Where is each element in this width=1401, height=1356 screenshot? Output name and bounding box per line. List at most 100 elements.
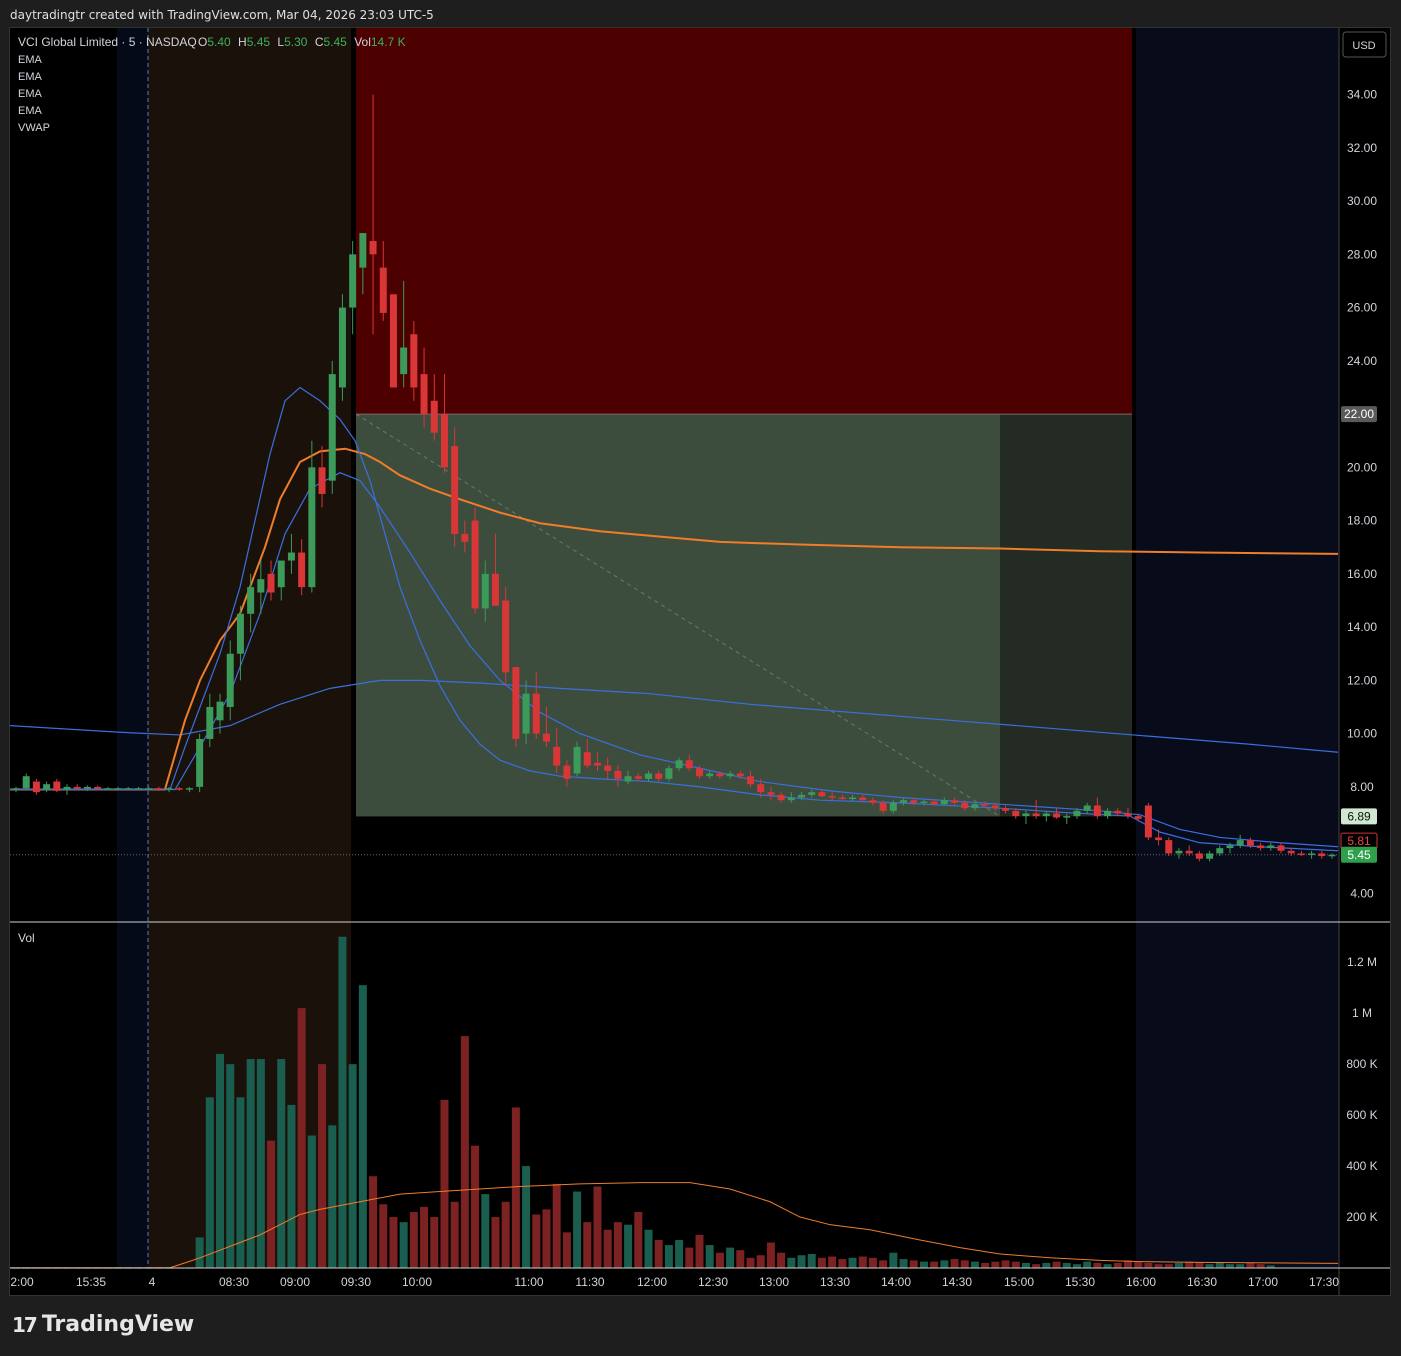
- volume-bar: [532, 1214, 541, 1268]
- volume-bar: [1103, 1264, 1112, 1268]
- candle-body: [889, 802, 897, 811]
- legend-h-label: H: [238, 35, 247, 49]
- indicator-ema-4[interactable]: EMA: [18, 105, 43, 117]
- candle-body: [1206, 853, 1214, 859]
- candle-body: [165, 788, 173, 790]
- candle-body: [94, 786, 102, 789]
- volume-bar: [216, 1053, 225, 1268]
- candle-body: [471, 520, 479, 609]
- candle-body: [522, 693, 530, 734]
- volume-bar: [552, 1183, 561, 1268]
- volume-bar: [981, 1262, 990, 1268]
- volume-bar: [205, 1097, 214, 1268]
- candle-body: [430, 400, 438, 433]
- candle-body: [1328, 854, 1336, 857]
- legend-o-value: 5.40: [207, 35, 231, 49]
- volume-bar: [756, 1255, 765, 1268]
- candle-body: [961, 802, 969, 809]
- price-tick-label: 10.00: [1347, 727, 1377, 741]
- price-tick-label: 30.00: [1347, 194, 1377, 208]
- candle-body: [491, 573, 499, 606]
- volume-tick-label: 800 K: [1346, 1057, 1377, 1071]
- volume-bar: [1062, 1262, 1071, 1268]
- time-tick-label: 12:00: [637, 1275, 667, 1289]
- price-tick-label: 18.00: [1347, 514, 1377, 528]
- volume-tick-label: 1.2 M: [1347, 955, 1377, 969]
- volume-bar: [899, 1259, 908, 1268]
- price-tick-label: 26.00: [1347, 301, 1377, 315]
- candle-body: [542, 733, 550, 742]
- tradingview-logo-icon: 17: [12, 1312, 38, 1337]
- candle-body: [73, 786, 81, 789]
- indicator-ema-1[interactable]: EMA: [18, 54, 43, 66]
- candle-body: [879, 802, 887, 811]
- time-tick-label: 13:30: [820, 1275, 850, 1289]
- volume-bar: [511, 1107, 520, 1268]
- volume-bar: [318, 1064, 327, 1268]
- volume-bar: [960, 1260, 969, 1268]
- candle-body: [1032, 813, 1040, 817]
- volume-bar: [1174, 1262, 1183, 1268]
- volume-bar: [297, 1008, 306, 1268]
- candle-body: [634, 776, 642, 779]
- price-tick-label: 12.00: [1347, 673, 1377, 687]
- indicator-ema-3[interactable]: EMA: [18, 88, 43, 100]
- candle-body: [277, 560, 285, 588]
- time-tick-label: 15:00: [1004, 1275, 1034, 1289]
- candle-body: [389, 294, 397, 388]
- candle-body: [32, 781, 40, 793]
- volume-bar: [868, 1257, 877, 1268]
- candle-body: [655, 773, 663, 779]
- volume-bar: [797, 1255, 806, 1268]
- volume-bar: [715, 1252, 724, 1268]
- candle-body: [83, 786, 91, 789]
- volume-tick-label: 200 K: [1346, 1210, 1377, 1224]
- volume-bar: [1052, 1261, 1061, 1268]
- time-tick-label: 14:30: [942, 1275, 972, 1289]
- candle-body: [1165, 840, 1173, 854]
- volume-bar: [654, 1239, 663, 1268]
- volume-bar: [685, 1247, 694, 1268]
- candle-body: [22, 776, 30, 789]
- volume-bar: [889, 1252, 898, 1268]
- volume-bar: [399, 1222, 408, 1268]
- candle-body: [247, 587, 255, 614]
- candle-body: [1022, 813, 1030, 817]
- volume-bar: [736, 1250, 745, 1268]
- time-tick-label: 2:00: [10, 1275, 34, 1289]
- candle-body: [318, 467, 326, 494]
- candle-body: [563, 765, 571, 779]
- candle-body: [981, 804, 989, 806]
- volume-tick-label: 1 M: [1352, 1006, 1372, 1020]
- candle-body: [512, 667, 520, 739]
- price-label: 6.89: [1347, 809, 1371, 823]
- indicator-vwap[interactable]: VWAP: [18, 122, 50, 134]
- candle-body: [267, 573, 275, 593]
- candle-body: [175, 788, 183, 790]
- candle-body: [1073, 810, 1081, 817]
- candle-body: [624, 776, 632, 782]
- candle-body: [593, 762, 601, 766]
- candle-body: [338, 307, 346, 388]
- candle-body: [1277, 845, 1285, 851]
- candle-body: [767, 792, 775, 795]
- time-tick-label: 10:00: [402, 1275, 432, 1289]
- legend-o-label: O: [198, 35, 207, 49]
- time-tick-label: 09:30: [341, 1275, 371, 1289]
- indicator-ema-2[interactable]: EMA: [18, 71, 43, 83]
- volume-bar: [1093, 1262, 1102, 1268]
- price-label: 5.45: [1347, 848, 1371, 862]
- volume-bar: [348, 1064, 357, 1268]
- candle-body: [736, 773, 744, 777]
- candle-body: [900, 800, 908, 803]
- legend-vol-value: 14.7 K: [371, 35, 406, 49]
- volume-bar: [460, 1036, 469, 1268]
- candle-body: [359, 233, 367, 268]
- candle-body: [1308, 853, 1316, 855]
- candle-body: [1104, 810, 1112, 817]
- volume-bar: [675, 1239, 684, 1268]
- volume-bar: [726, 1247, 735, 1268]
- chart-canvas[interactable]: 34.00 32.00 30.00 28.00 26.00 24.00 22.00 20.00…: [0, 0, 1401, 1356]
- volume-bar: [828, 1256, 837, 1268]
- volume-pane-label: Vol: [18, 931, 35, 945]
